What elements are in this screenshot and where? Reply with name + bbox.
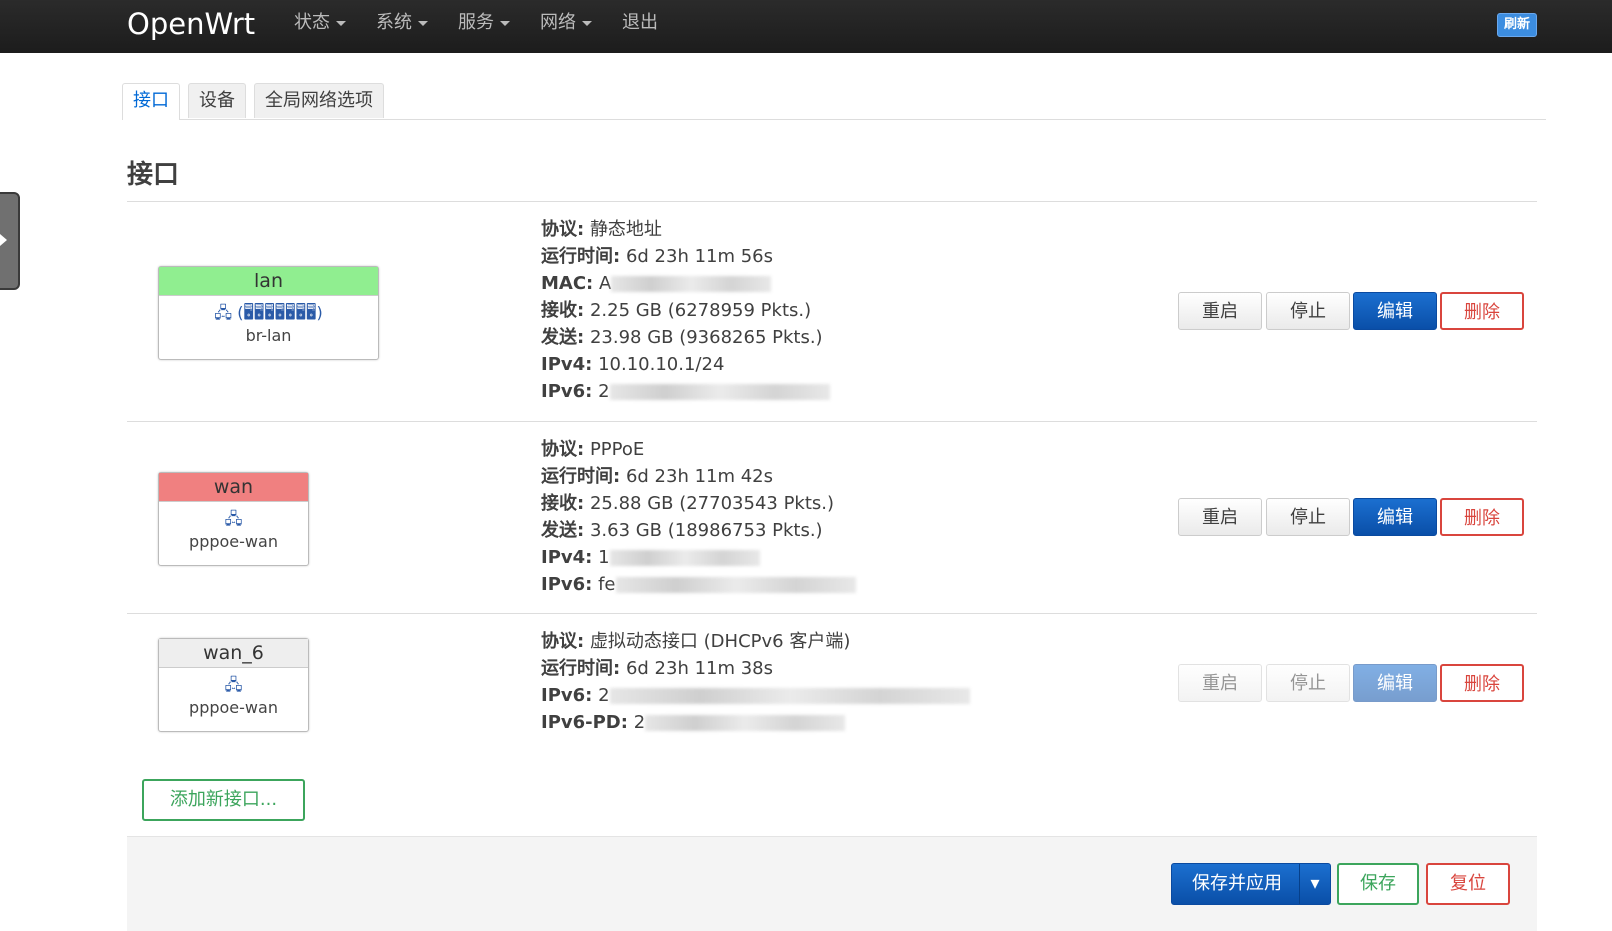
- interface-details-wan: 协议: PPPoE 运行时间: 6d 23h 11m 42s 接收: 25.88…: [541, 436, 856, 598]
- page-title: 接口: [127, 160, 180, 190]
- tab-interfaces[interactable]: 接口: [122, 83, 180, 120]
- restart-button[interactable]: 重启: [1178, 292, 1262, 330]
- restart-button[interactable]: 重启: [1178, 498, 1262, 536]
- stop-button[interactable]: 停止: [1266, 292, 1350, 330]
- menu-services[interactable]: 服务: [458, 10, 510, 36]
- detail-row: IPv6: fe: [541, 571, 856, 598]
- divider: [127, 421, 1537, 422]
- menu-system[interactable]: 系统: [376, 10, 428, 36]
- dropdown-toggle-icon[interactable]: ▾: [1299, 864, 1330, 904]
- detail-row: IPv6: 2: [541, 682, 970, 709]
- tab-bar: 接口 设备 全局网络选项: [122, 83, 1546, 120]
- save-apply-button[interactable]: 保存并应用 ▾: [1171, 863, 1331, 905]
- top-navbar: OpenWrt 状态 系统 服务 网络 退出 刷新: [0, 0, 1612, 53]
- network-port-icon: 🖧: [224, 675, 243, 694]
- interface-details-wan6: 协议: 虚拟动态接口 (DHCPv6 客户端) 运行时间: 6d 23h 11m…: [541, 628, 970, 736]
- add-interface-button[interactable]: 添加新接口...: [142, 779, 305, 821]
- delete-button[interactable]: 删除: [1440, 664, 1524, 702]
- detail-row: 接收: 25.88 GB (27703543 Pkts.): [541, 493, 835, 514]
- delete-button[interactable]: 删除: [1440, 292, 1524, 330]
- edit-button[interactable]: 编辑: [1353, 498, 1437, 536]
- stop-button[interactable]: 停止: [1266, 664, 1350, 702]
- redacted-value: [611, 276, 772, 292]
- menu-logout[interactable]: 退出: [622, 10, 658, 36]
- delete-button[interactable]: 删除: [1440, 498, 1524, 536]
- reset-button[interactable]: 复位: [1426, 863, 1510, 905]
- detail-row: 发送: 23.98 GB (9368265 Pkts.): [541, 327, 823, 348]
- detail-row: 协议: 虚拟动态接口 (DHCPv6 客户端): [541, 631, 851, 652]
- tab-devices[interactable]: 设备: [188, 83, 246, 118]
- refresh-button[interactable]: 刷新: [1497, 13, 1537, 37]
- main-menu: 状态 系统 服务 网络 退出: [294, 10, 688, 36]
- redacted-value: [615, 577, 856, 593]
- interface-name: wan_6: [159, 639, 308, 668]
- interface-badge-wan6[interactable]: wan_6 🖧 pppoe-wan: [158, 638, 309, 732]
- redacted-value: [609, 550, 760, 566]
- divider: [127, 613, 1537, 614]
- arrow-right-icon: [0, 234, 7, 246]
- caret-down-icon: [418, 20, 428, 26]
- interface-details-lan: 协议: 静态地址 运行时间: 6d 23h 11m 56s MAC: A 接收:…: [541, 216, 830, 405]
- detail-row: IPv4: 1: [541, 544, 856, 571]
- interface-badge-lan[interactable]: lan 🖧 (🖥🖥🖥🖥🖥🖥🖥) br-lan: [158, 266, 379, 360]
- detail-row: 接收: 2.25 GB (6278959 Pkts.): [541, 300, 812, 321]
- detail-row: 协议: 静态地址: [541, 219, 662, 240]
- tab-global-options[interactable]: 全局网络选项: [254, 83, 384, 118]
- detail-row: 运行时间: 6d 23h 11m 42s: [541, 466, 774, 487]
- detail-row: 运行时间: 6d 23h 11m 56s: [541, 246, 774, 267]
- detail-row: 协议: PPPoE: [541, 439, 645, 460]
- brand-logo[interactable]: OpenWrt: [127, 6, 255, 42]
- detail-row: MAC: A: [541, 270, 830, 297]
- network-port-icon: 🖧: [224, 509, 243, 528]
- interface-name: wan: [159, 473, 308, 502]
- interface-device: br-lan: [245, 326, 292, 345]
- menu-status[interactable]: 状态: [294, 10, 346, 36]
- interface-device: pppoe-wan: [189, 532, 278, 551]
- stop-button[interactable]: 停止: [1266, 498, 1350, 536]
- interface-name: lan: [159, 267, 378, 296]
- detail-row: 运行时间: 6d 23h 11m 38s: [541, 658, 774, 679]
- redacted-value: [609, 688, 970, 704]
- divider: [127, 201, 1537, 202]
- restart-button[interactable]: 重启: [1178, 664, 1262, 702]
- network-port-icons: 🖧 (🖥🖥🖥🖥🖥🖥🖥): [214, 303, 323, 322]
- detail-row: 发送: 3.63 GB (18986753 Pkts.): [541, 520, 823, 541]
- detail-row: IPv4: 10.10.10.1/24: [541, 354, 725, 375]
- interface-device: pppoe-wan: [189, 698, 278, 717]
- caret-down-icon: [336, 20, 346, 26]
- save-button[interactable]: 保存: [1337, 863, 1419, 905]
- edit-button[interactable]: 编辑: [1353, 664, 1437, 702]
- edit-button[interactable]: 编辑: [1353, 292, 1437, 330]
- menu-network[interactable]: 网络: [540, 10, 592, 36]
- caret-down-icon: [500, 20, 510, 26]
- redacted-value: [609, 384, 830, 400]
- detail-row: IPv6: 2: [541, 378, 830, 405]
- interface-badge-wan[interactable]: wan 🖧 pppoe-wan: [158, 472, 309, 566]
- redacted-value: [645, 715, 846, 731]
- side-panel-toggle[interactable]: [0, 192, 20, 290]
- caret-down-icon: [582, 20, 592, 26]
- detail-row: IPv6-PD: 2: [541, 709, 970, 736]
